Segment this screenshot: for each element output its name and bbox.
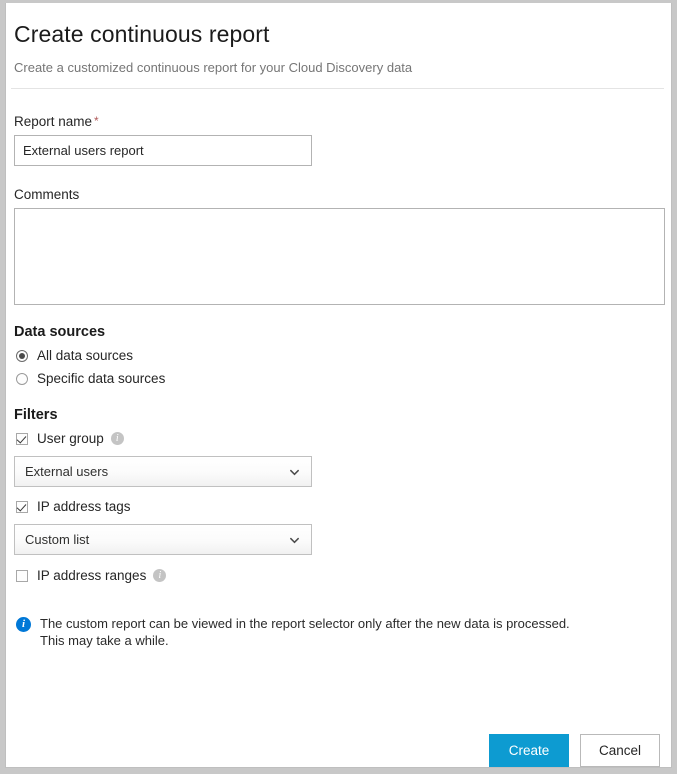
page-title: Create continuous report <box>14 21 667 48</box>
dropdown-value-user-group: External users <box>25 464 108 479</box>
checkbox-ip-address-tags[interactable]: IP address tags <box>16 496 667 517</box>
processing-notice-text: The custom report can be viewed in the r… <box>40 615 585 649</box>
create-button[interactable]: Create <box>489 734 569 767</box>
report-name-label: Report name* <box>14 114 667 129</box>
page-subtitle: Create a customized continuous report fo… <box>14 60 667 75</box>
dialog-footer: Create Cancel <box>489 734 660 767</box>
radio-label-all-data-sources: All data sources <box>37 348 133 363</box>
dropdown-ip-address-tags[interactable]: Custom list <box>14 524 312 555</box>
radio-label-specific-data-sources: Specific data sources <box>37 371 165 386</box>
dropdown-value-ip-address-tags: Custom list <box>25 532 89 547</box>
report-name-label-text: Report name <box>14 114 92 129</box>
radio-all-data-sources[interactable]: All data sources <box>16 345 667 366</box>
info-icon-notice: i <box>16 617 31 632</box>
checkbox-mark-ip-address-tags[interactable] <box>16 501 28 513</box>
info-icon-user-group[interactable]: i <box>111 432 124 445</box>
window-frame: Create continuous report Create a custom… <box>0 0 677 774</box>
data-sources-heading: Data sources <box>14 324 667 340</box>
checkbox-label-ip-address-ranges: IP address ranges <box>37 568 146 583</box>
comments-label: Comments <box>14 187 667 202</box>
checkbox-mark-user-group[interactable] <box>16 433 28 445</box>
create-continuous-report-dialog: Create continuous report Create a custom… <box>5 3 672 768</box>
checkbox-mark-ip-address-ranges[interactable] <box>16 570 28 582</box>
filters-heading: Filters <box>14 407 667 423</box>
radio-mark-specific-data-sources[interactable] <box>16 373 28 385</box>
chevron-down-icon-ip-address-tags <box>290 536 299 545</box>
comments-textarea[interactable] <box>14 208 665 305</box>
radio-specific-data-sources[interactable]: Specific data sources <box>16 368 667 389</box>
chevron-down-icon-user-group <box>290 468 299 477</box>
checkbox-user-group[interactable]: User group i <box>16 428 667 449</box>
info-icon-ip-address-ranges[interactable]: i <box>153 569 166 582</box>
checkbox-ip-address-ranges[interactable]: IP address ranges i <box>16 565 667 586</box>
radio-mark-all-data-sources[interactable] <box>16 350 28 362</box>
checkbox-label-user-group: User group <box>37 431 104 446</box>
cancel-button[interactable]: Cancel <box>580 734 660 767</box>
report-name-input[interactable] <box>14 135 312 166</box>
dropdown-user-group[interactable]: External users <box>14 456 312 487</box>
required-asterisk: * <box>94 114 99 128</box>
processing-notice: i The custom report can be viewed in the… <box>16 615 667 649</box>
checkbox-label-ip-address-tags: IP address tags <box>37 499 131 514</box>
header-divider <box>11 88 664 89</box>
